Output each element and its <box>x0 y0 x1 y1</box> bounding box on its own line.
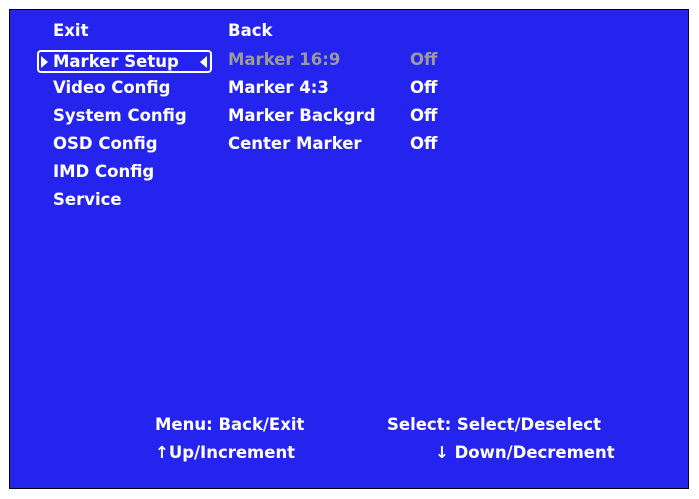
hint-up: ↑Up/Increment <box>155 443 296 462</box>
submenu-value-marker-4-3[interactable]: Off <box>410 78 437 98</box>
triangle-left-icon <box>200 55 207 68</box>
submenu-value-center-marker[interactable]: Off <box>410 134 437 154</box>
submenu-value-marker-backgrd[interactable]: Off <box>410 106 437 126</box>
submenu-item-marker-backgrd[interactable]: Marker Backgrd <box>228 106 376 126</box>
hint-menu: Menu: Back/Exit <box>155 415 305 434</box>
submenu-item-marker-4-3[interactable]: Marker 4:3 <box>228 78 329 98</box>
menu-item-video-config[interactable]: Video Config <box>53 78 170 98</box>
submenu-back[interactable]: Back <box>228 21 272 41</box>
hint-select: Select: Select/Deselect <box>387 415 601 434</box>
menu-item-imd-config[interactable]: IMD Config <box>53 162 154 182</box>
menu-item-osd-config[interactable]: OSD Config <box>53 134 158 154</box>
submenu-value-marker-16-9: Off <box>410 50 438 69</box>
osd-menu-panel: Exit Marker Setup Video Config System Co… <box>9 9 689 489</box>
menu-item-system-config[interactable]: System Config <box>53 106 187 126</box>
hint-down: ↓ Down/Decrement <box>435 443 615 462</box>
triangle-right-icon <box>41 55 48 68</box>
menu-item-marker-setup[interactable]: Marker Setup <box>37 50 212 73</box>
menu-item-exit[interactable]: Exit <box>53 21 88 41</box>
menu-item-service[interactable]: Service <box>53 190 122 210</box>
submenu-item-marker-16-9: Marker 16:9 <box>228 50 341 69</box>
submenu-item-center-marker[interactable]: Center Marker <box>228 134 362 154</box>
menu-item-label: Marker Setup <box>53 52 179 71</box>
